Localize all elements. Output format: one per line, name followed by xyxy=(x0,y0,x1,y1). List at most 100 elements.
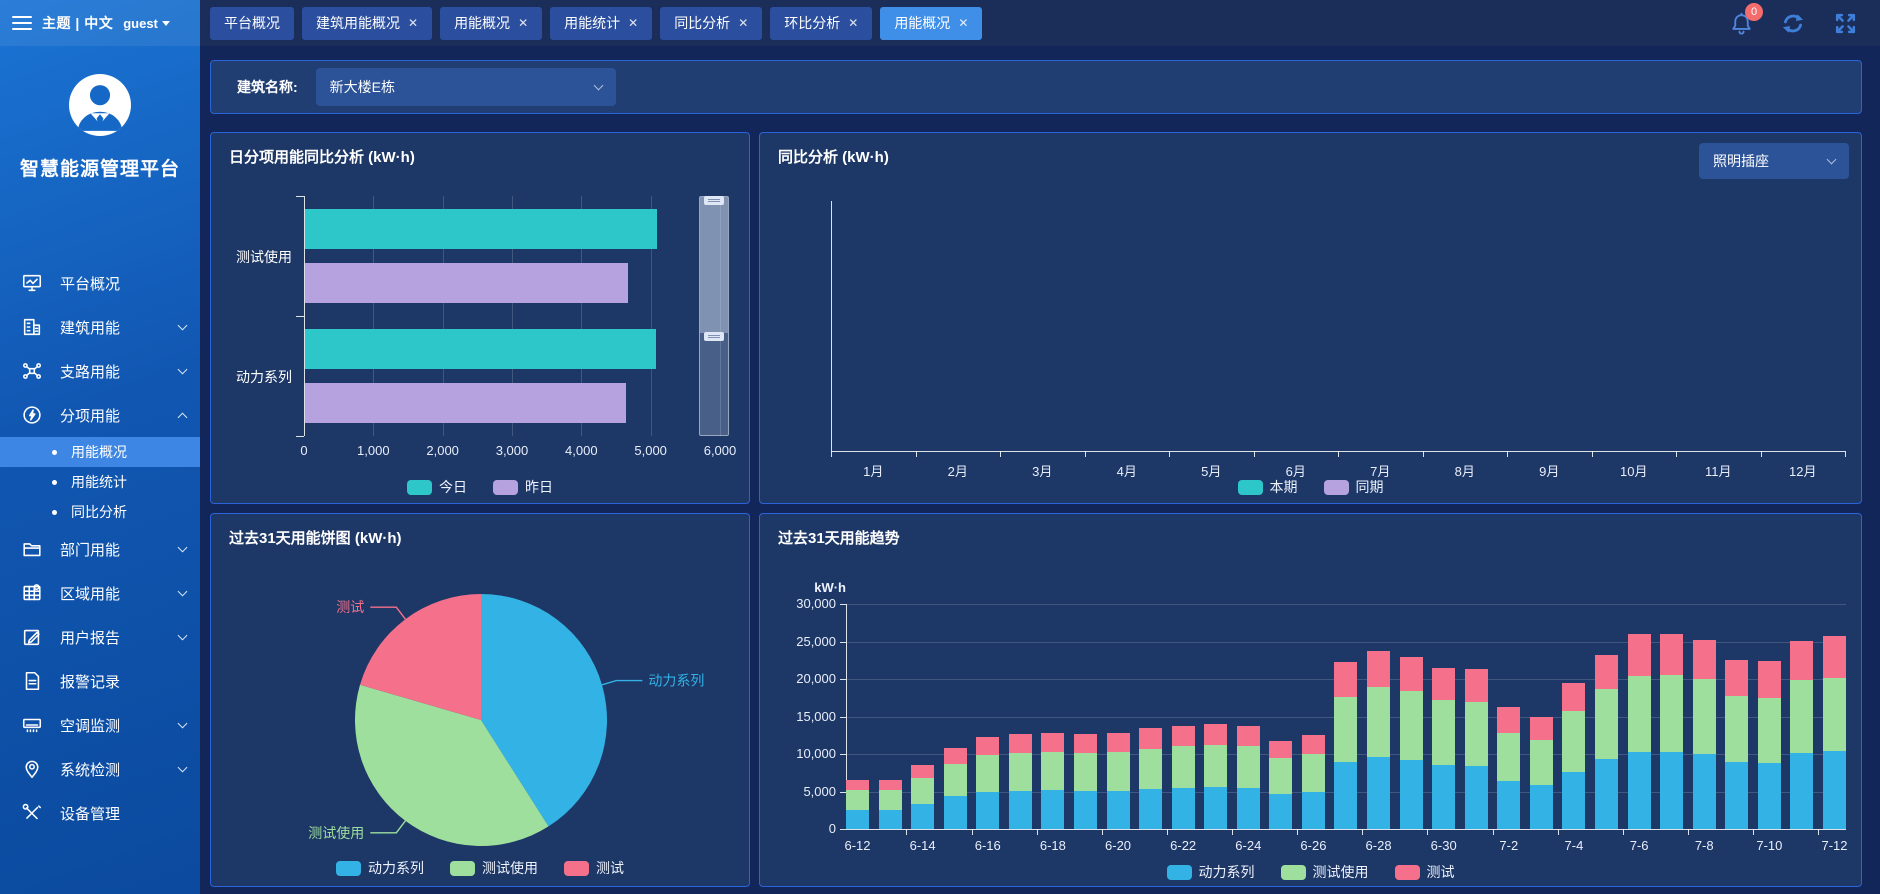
bar-segment-测试使用 xyxy=(976,755,999,792)
tab-同比分析[interactable]: 同比分析✕ xyxy=(660,7,762,40)
stacked-bar-6-17 xyxy=(1009,734,1032,829)
axis-tick xyxy=(1037,829,1038,835)
tab-用能统计[interactable]: 用能统计✕ xyxy=(550,7,652,40)
close-icon[interactable]: ✕ xyxy=(408,16,418,30)
legend-item-测试使用[interactable]: 测试使用 xyxy=(450,858,538,878)
building-select[interactable]: 新大楼E栋 xyxy=(316,68,616,106)
fullscreen-icon[interactable] xyxy=(1832,10,1858,36)
edit-icon xyxy=(20,625,44,649)
chevron-down-icon xyxy=(178,320,188,330)
axis-tick xyxy=(1423,451,1424,457)
slider-handle[interactable] xyxy=(704,196,724,205)
refresh-icon[interactable] xyxy=(1780,10,1806,36)
bar-segment-测试 xyxy=(1400,657,1423,692)
chart-legend: 动力系列 测试使用 测试 xyxy=(211,858,749,878)
x-tick-label: 6-14 xyxy=(893,838,953,853)
category-select[interactable]: 照明插座 xyxy=(1699,143,1849,179)
sidebar-item-分项用能[interactable]: 分项用能 xyxy=(0,393,200,437)
sidebar-subitem-同比分析[interactable]: 同比分析 xyxy=(0,497,200,527)
legend-item-同期[interactable]: 同期 xyxy=(1324,477,1384,497)
stacked-bar-7-11 xyxy=(1790,641,1813,829)
stacked-bar-6-15 xyxy=(944,748,967,829)
legend-item-测试[interactable]: 测试 xyxy=(564,858,624,878)
bar-segment-动力系列 xyxy=(879,810,902,830)
panel-yoy-analysis: 同比分析 (kW·h) 照明插座 1月2月3月4月5月6月7月8月9月10月11… xyxy=(759,132,1862,504)
legend-item-动力系列[interactable]: 动力系列 xyxy=(1167,862,1255,882)
sidebar-item-报警记录[interactable]: 报警记录 xyxy=(0,659,200,703)
bar-segment-动力系列 xyxy=(944,796,967,829)
bar-segment-测试使用 xyxy=(1628,676,1651,752)
bar-segment-测试 xyxy=(1139,728,1162,748)
datazoom-slider[interactable] xyxy=(699,196,729,436)
stacked-bar-6-21 xyxy=(1139,728,1162,829)
category-label: 动力系列 xyxy=(211,367,292,387)
sidebar-subitem-用能概况[interactable]: 用能概况 xyxy=(0,437,200,467)
sidebar-item-设备管理[interactable]: 设备管理 xyxy=(0,791,200,835)
axis-tick xyxy=(296,436,304,437)
stacked-bar-7-7 xyxy=(1660,634,1683,829)
sidebar-item-支路用能[interactable]: 支路用能 xyxy=(0,349,200,393)
pie-label-测试使用: 测试使用 xyxy=(308,825,364,841)
sidebar-item-系统检测[interactable]: 系统检测 xyxy=(0,747,200,791)
legend-item-动力系列[interactable]: 动力系列 xyxy=(336,858,424,878)
bar-segment-动力系列 xyxy=(846,810,869,830)
stacked-bar-6-16 xyxy=(976,737,999,829)
tab-平台概况[interactable]: 平台概况 xyxy=(210,7,294,40)
theme-language-switcher[interactable]: 主题 | 中文 xyxy=(42,13,113,33)
legend-item-测试[interactable]: 测试 xyxy=(1395,862,1455,882)
close-icon[interactable]: ✕ xyxy=(518,16,528,30)
axis-tick xyxy=(1623,829,1624,835)
user-menu[interactable]: guest xyxy=(123,16,170,31)
close-icon[interactable]: ✕ xyxy=(958,16,968,30)
tab-用能概况[interactable]: 用能概况✕ xyxy=(440,7,542,40)
tab-环比分析[interactable]: 环比分析✕ xyxy=(770,7,872,40)
chevron-down-icon xyxy=(1827,155,1837,165)
sidebar-item-建筑用能[interactable]: 建筑用能 xyxy=(0,305,200,349)
sidebar-item-空调监测[interactable]: 空调监测 xyxy=(0,703,200,747)
x-tick-label: 6-28 xyxy=(1349,838,1409,853)
bullet-icon xyxy=(52,510,57,515)
stacked-bar-6-24 xyxy=(1237,726,1260,829)
legend-swatch xyxy=(1281,865,1306,880)
stacked-bar-6-14 xyxy=(911,765,934,829)
bar-segment-测试 xyxy=(1107,733,1130,752)
slider-handle[interactable] xyxy=(704,332,724,341)
hamburger-menu-icon[interactable] xyxy=(12,16,32,30)
legend-item-昨日[interactable]: 昨日 xyxy=(493,477,553,497)
legend-swatch xyxy=(1238,480,1263,495)
x-tick-label: 6-24 xyxy=(1218,838,1278,853)
bar-segment-测试使用 xyxy=(1074,753,1097,791)
x-tick-label: 5,000 xyxy=(621,443,681,458)
energy-pie-chart: 动力系列测试使用测试动力系列测试使用测试 xyxy=(211,514,749,886)
tab-用能概况[interactable]: 用能概况✕ xyxy=(880,7,982,40)
x-tick-label: 2,000 xyxy=(413,443,473,458)
sidebar-item-区域用能[interactable]: 区域用能 xyxy=(0,571,200,615)
bar-segment-测试 xyxy=(976,737,999,755)
stacked-bar-7-10 xyxy=(1758,661,1781,829)
notification-bell-icon[interactable]: 0 xyxy=(1728,10,1754,36)
bar-segment-测试使用 xyxy=(1497,733,1520,781)
tab-建筑用能概况[interactable]: 建筑用能概况✕ xyxy=(302,7,432,40)
stacked-bar-6-20 xyxy=(1107,733,1130,829)
energy-trend-chart: 05,00010,00015,00020,00025,00030,000kW·h… xyxy=(760,514,1861,886)
sidebar-item-用户报告[interactable]: 用户报告 xyxy=(0,615,200,659)
x-tick-label: 7-12 xyxy=(1805,838,1863,853)
doc-icon xyxy=(20,669,44,693)
x-tick-label: 7-10 xyxy=(1739,838,1799,853)
sidebar-item-平台概况[interactable]: 平台概况 xyxy=(0,261,200,305)
axis-tick xyxy=(1427,829,1428,835)
legend-item-本期[interactable]: 本期 xyxy=(1238,477,1298,497)
close-icon[interactable]: ✕ xyxy=(848,16,858,30)
bar-segment-测试使用 xyxy=(1139,749,1162,789)
legend-item-今日[interactable]: 今日 xyxy=(407,477,467,497)
bar-segment-测试 xyxy=(1204,724,1227,745)
axis-tick xyxy=(1102,829,1103,835)
close-icon[interactable]: ✕ xyxy=(628,16,638,30)
legend-item-测试使用[interactable]: 测试使用 xyxy=(1281,862,1369,882)
panel-title: 同比分析 (kW·h) xyxy=(778,146,889,167)
bar-segment-测试使用 xyxy=(1465,702,1488,767)
sidebar-item-部门用能[interactable]: 部门用能 xyxy=(0,527,200,571)
close-icon[interactable]: ✕ xyxy=(738,16,748,30)
bar-segment-测试 xyxy=(879,780,902,790)
sidebar-subitem-用能统计[interactable]: 用能统计 xyxy=(0,467,200,497)
